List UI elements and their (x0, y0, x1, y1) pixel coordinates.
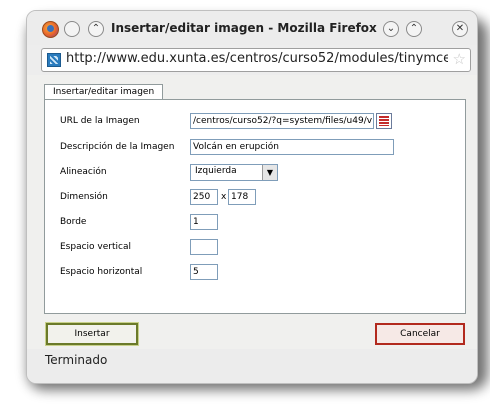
status-bar: Terminado (27, 349, 477, 383)
dropdown-arrow-icon[interactable]: ▼ (262, 165, 277, 180)
vspace-input[interactable] (190, 239, 218, 255)
browse-icon[interactable] (376, 113, 392, 129)
url-label: URL de la Imagen (60, 116, 140, 126)
height-input[interactable]: 178 (228, 189, 256, 205)
tab-panel: URL de la Imagen /centros/curso52/?q=sys… (44, 99, 466, 314)
popup-window: ⌃ Insertar/editar imagen - Mozilla Firef… (26, 10, 478, 384)
dimension-label: Dimensión (60, 192, 108, 202)
hspace-input[interactable]: 5 (190, 264, 218, 280)
dimension-separator: x (221, 192, 227, 202)
url-input[interactable]: /centros/curso52/?q=system/files/u49/v (190, 113, 374, 129)
site-favicon-icon (47, 53, 61, 67)
border-row: Borde 1 (45, 214, 465, 234)
align-select[interactable]: Izquierda ▼ (190, 164, 278, 181)
double-chevron-up-icon[interactable]: ⌃ (88, 21, 104, 37)
vspace-row: Espacio vertical (45, 239, 465, 259)
firefox-logo-icon (42, 21, 59, 38)
address-bar[interactable]: http://www.edu.xunta.es/centros/curso52/… (41, 48, 471, 72)
window-title: Insertar/editar imagen - Mozilla Firefox (111, 21, 377, 35)
description-input[interactable]: Volcán en erupción (190, 139, 394, 155)
chevron-up-icon[interactable]: ⌃ (406, 21, 422, 37)
dimension-row: Dimensión 250 x 178 (45, 189, 465, 209)
cancel-button[interactable]: Cancelar (375, 323, 465, 345)
align-value: Izquierda (195, 166, 237, 176)
border-label: Borde (60, 217, 87, 227)
tab-insert-edit-image[interactable]: Insertar/editar imagen (44, 84, 164, 99)
star-icon[interactable]: ☆ (453, 50, 466, 68)
insert-button[interactable]: Insertar (45, 322, 139, 346)
hspace-row: Espacio horizontal 5 (45, 264, 465, 284)
align-label: Alineación (60, 167, 107, 177)
description-row: Descripción de la Imagen Volcán en erupc… (45, 139, 465, 159)
chevron-down-icon[interactable]: ⌄ (383, 21, 399, 37)
status-text: Terminado (45, 353, 108, 367)
width-input[interactable]: 250 (190, 189, 218, 205)
close-icon[interactable]: ✕ (452, 21, 468, 37)
url-row: URL de la Imagen /centros/curso52/?q=sys… (45, 113, 465, 133)
align-row: Alineación Izquierda ▼ (45, 164, 465, 184)
vspace-label: Espacio vertical (60, 242, 131, 252)
url-text[interactable]: http://www.edu.xunta.es/centros/curso52/… (66, 51, 448, 66)
circle-icon[interactable] (64, 21, 80, 37)
hspace-label: Espacio horizontal (60, 267, 143, 277)
description-label: Descripción de la Imagen (60, 142, 175, 152)
dialog-content: Insertar/editar imagen URL de la Imagen … (27, 75, 477, 351)
title-bar[interactable]: ⌃ Insertar/editar imagen - Mozilla Firef… (27, 11, 477, 45)
border-input[interactable]: 1 (190, 214, 218, 230)
